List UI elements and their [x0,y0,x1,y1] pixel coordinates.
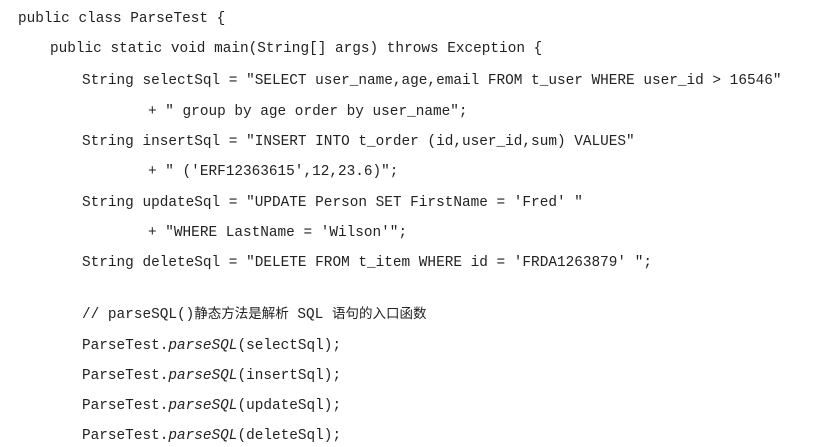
call-class-name: ParseTest. [82,398,169,414]
parse-delete-call: ParseTest.parseSQL(deleteSql); [82,425,341,447]
call-class-name: ParseTest. [82,428,169,444]
code-comment: // parseSQL()静态方法是解析 SQL 语句的入口函数 [82,303,426,325]
call-argument: (selectSql); [237,338,342,354]
call-class-name: ParseTest. [82,338,169,354]
call-argument: (insertSql); [237,368,342,384]
call-argument: (updateSql); [237,398,342,414]
call-method-name: parseSQL [168,368,238,384]
select-sql-line-1: String selectSql = "SELECT user_name,age… [82,73,782,89]
select-sql-line-2: + " group by age order by user_name"; [148,104,468,120]
delete-sql-line: String deleteSql = "DELETE FROM t_item W… [82,255,652,271]
insert-sql-line-2: + " ('ERF12363615',12,23.6)"; [148,164,399,180]
main-method-declaration: public static void main(String[] args) t… [50,41,543,57]
parse-update-call: ParseTest.parseSQL(updateSql); [82,395,341,417]
code-block: public class ParseTest { public static v… [0,0,813,445]
comment-cjk-part-1: 静态方法是解析 [194,306,289,322]
call-class-name: ParseTest. [82,368,169,384]
parse-insert-call: ParseTest.parseSQL(insertSql); [82,365,341,387]
comment-cjk-part-2: 语句的入口函数 [331,306,427,322]
parse-select-call: ParseTest.parseSQL(selectSql); [82,335,341,357]
call-argument: (deleteSql); [237,428,342,444]
comment-sql-word: SQL [288,307,332,323]
call-method-name: parseSQL [168,428,238,444]
comment-prefix: // parseSQL() [82,307,195,323]
update-sql-line-2: + "WHERE LastName = 'Wilson'"; [148,225,408,241]
update-sql-line-1: String updateSql = "UPDATE Person SET Fi… [82,195,583,211]
insert-sql-line-1: String insertSql = "INSERT INTO t_order … [82,134,635,150]
call-method-name: parseSQL [168,338,238,354]
class-declaration: public class ParseTest { [18,11,226,27]
call-method-name: parseSQL [168,398,238,414]
